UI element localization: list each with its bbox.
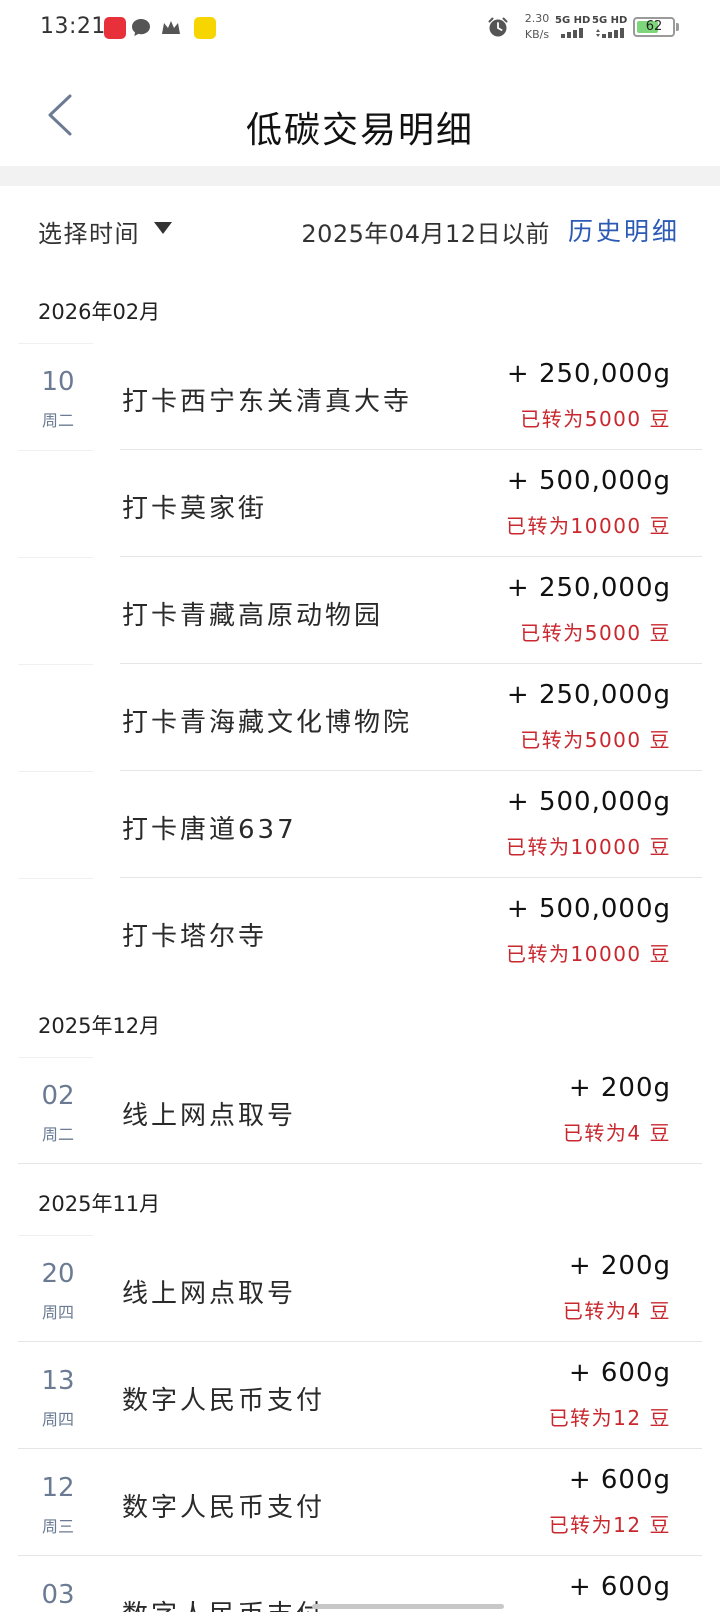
transaction-title: 打卡塔尔寺 [122, 922, 268, 952]
transaction-title: 数字人民币支付 [122, 1386, 326, 1416]
row-divider [18, 1163, 702, 1164]
transaction-row[interactable]: 打卡青藏高原动物园 + 250,000g 已转为5000 豆 [0, 557, 720, 664]
day-number: 13 [41, 1366, 75, 1396]
transaction-row[interactable]: 13 周四 数字人民币支付 + 600g 已转为12 豆 [0, 1342, 720, 1449]
before-date-label: 2025年04月12日以前 [301, 220, 550, 248]
battery-tip [676, 23, 679, 31]
converted-beans: 已转为4 豆 [562, 1299, 671, 1323]
network-speed: 2.30 KB/s [520, 11, 554, 43]
transaction-amount: + 200g [568, 1251, 671, 1281]
transaction-title: 打卡唐道637 [122, 815, 297, 845]
date-separator [18, 664, 93, 665]
transaction-row[interactable]: 打卡青海藏文化博物院 + 250,000g 已转为5000 豆 [0, 664, 720, 771]
transaction-amount: + 200g [568, 1073, 671, 1103]
weekday-label: 周二 [41, 411, 74, 430]
day-number: 12 [41, 1473, 75, 1503]
transaction-title: 打卡青海藏文化博物院 [122, 708, 413, 738]
converted-beans: 已转为10000 豆 [506, 942, 671, 966]
sim1-label: 5G HD [555, 15, 591, 26]
converted-beans: 已转为10000 豆 [506, 835, 671, 859]
status-time: 13:21 [40, 14, 106, 39]
weekday-label: 周二 [41, 1125, 74, 1144]
crown-icon [162, 21, 180, 34]
transaction-title: 打卡莫家街 [122, 494, 268, 524]
select-time-button[interactable]: 选择时间 [38, 214, 140, 249]
filter-row: 选择时间 2025年04月12日以前 历史明细 [0, 186, 720, 272]
transaction-title: 打卡青藏高原动物园 [122, 601, 384, 631]
day-number: 20 [41, 1259, 75, 1289]
converted-beans: 已转为5000 豆 [520, 728, 671, 752]
transaction-title: 打卡西宁东关清真大寺 [122, 387, 413, 417]
transaction-title: 线上网点取号 [122, 1279, 297, 1309]
transaction-amount: + 600g [568, 1465, 671, 1495]
date-separator [18, 1235, 93, 1236]
network-speed-unit: KB/s [524, 28, 550, 41]
converted-beans: 已转为10000 豆 [506, 514, 671, 538]
date-separator [18, 771, 93, 772]
weekday-label: 周三 [41, 1517, 74, 1536]
battery-icon: 62 [633, 17, 675, 37]
date-separator [18, 1057, 93, 1058]
shopping-app-icon [104, 17, 126, 39]
transaction-row[interactable]: 20 周四 线上网点取号 + 200g 已转为4 豆 [0, 1235, 720, 1342]
date-separator [18, 878, 93, 879]
day-number: 10 [41, 367, 75, 397]
day-number: 02 [41, 1081, 75, 1111]
history-detail-link[interactable]: 历史明细 [568, 212, 680, 248]
transaction-title: 数字人民币支付 [122, 1493, 326, 1523]
transaction-row[interactable]: 打卡莫家街 + 500,000g 已转为10000 豆 [0, 450, 720, 557]
page-title: 低碳交易明细 [245, 110, 474, 151]
date-separator [18, 450, 93, 451]
converted-beans: 已转为12 豆 [548, 1406, 671, 1430]
triangle-down-icon[interactable] [154, 222, 172, 234]
month-header: 2025年12月 [38, 1014, 161, 1038]
transaction-amount: + 500,000g [506, 466, 671, 496]
transaction-amount: + 600g [568, 1572, 671, 1602]
network-speed-value: 2.30 [524, 12, 550, 25]
month-header: 2026年02月 [38, 300, 161, 324]
header-divider [0, 166, 720, 186]
alarm-clock-icon [488, 17, 508, 37]
home-indicator[interactable] [312, 1604, 504, 1609]
transaction-amount: + 250,000g [506, 573, 671, 603]
transaction-amount: + 250,000g [506, 359, 671, 389]
transaction-amount: + 600g [568, 1358, 671, 1388]
transaction-row[interactable]: 02 周二 线上网点取号 + 200g 已转为4 豆 [0, 1057, 720, 1164]
transaction-amount: + 250,000g [506, 680, 671, 710]
chat-bubble-icon [132, 19, 150, 36]
month-header: 2025年11月 [38, 1192, 161, 1216]
transaction-row[interactable]: 打卡塔尔寺 + 500,000g 已转为10000 豆 [0, 878, 720, 985]
transaction-title: 数字人民币支付 [122, 1594, 325, 1612]
signal-bars-icon [561, 28, 583, 38]
yellow-app-icon [194, 17, 216, 39]
page-header: 低碳交易明细 [0, 56, 720, 166]
transaction-title: 线上网点取号 [122, 1101, 297, 1131]
transaction-amount: + 500,000g [506, 787, 671, 817]
converted-beans: 已转为12 豆 [548, 1513, 671, 1537]
transaction-row[interactable]: 12 周三 数字人民币支付 + 600g 已转为12 豆 [0, 1449, 720, 1556]
converted-beans: 已转为5000 豆 [520, 621, 671, 645]
transaction-row[interactable]: 10 周二 打卡西宁东关清真大寺 + 250,000g 已转为5000 豆 [0, 343, 720, 450]
sim2-label: 5G HD [592, 15, 628, 26]
date-separator [18, 343, 93, 344]
transaction-amount: + 500,000g [506, 894, 671, 924]
weekday-label: 周四 [41, 1410, 74, 1429]
transaction-row[interactable]: 打卡唐道637 + 500,000g 已转为10000 豆 [0, 771, 720, 878]
date-separator [18, 557, 93, 558]
converted-beans: 已转为5000 豆 [520, 407, 671, 431]
signal-bars-icon [596, 28, 624, 38]
status-bar: 13:21 2.30 KB/s 5G HD 5G HD 62 [0, 0, 720, 56]
battery-percent: 62 [645, 19, 663, 34]
weekday-label: 周四 [41, 1303, 74, 1322]
converted-beans: 已转为4 豆 [562, 1121, 671, 1145]
day-number: 03 [41, 1580, 75, 1610]
